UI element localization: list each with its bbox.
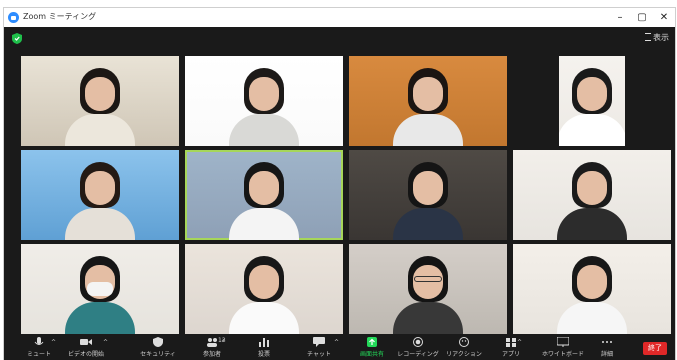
participant-video <box>229 60 299 146</box>
view-button[interactable]: 表示 <box>645 32 669 43</box>
poll-icon <box>259 338 269 347</box>
participants-button[interactable]: 参加者 12 <box>187 337 237 360</box>
video-icon <box>80 339 92 345</box>
participant-video <box>393 60 463 146</box>
participant-video <box>557 248 627 334</box>
security-button[interactable]: セキュリティ <box>133 337 183 360</box>
maximize-button[interactable]: ▢ <box>631 8 653 27</box>
end-meeting-button[interactable]: 終了 <box>643 342 667 355</box>
more-button[interactable]: 詳細 <box>582 337 632 360</box>
share-icon <box>367 337 377 347</box>
mic-icon <box>34 337 44 345</box>
whiteboard-icon <box>557 337 569 347</box>
gallery-view <box>21 56 671 334</box>
mute-button[interactable]: ミュート <box>14 337 64 360</box>
toolbar-label: 投票 <box>257 351 270 358</box>
participant-video-tile[interactable] <box>185 244 343 334</box>
participant-video-tile[interactable] <box>349 244 507 334</box>
record-button[interactable]: レコーディング <box>393 337 443 360</box>
toolbar-label: リアクション <box>446 351 482 358</box>
polls-button[interactable]: 投票 <box>239 337 289 360</box>
emoji-icon <box>459 337 469 347</box>
more-icon <box>602 341 612 343</box>
toolbar-label: チャット <box>307 351 331 358</box>
title-bar: Zoom ミーティング – ▢ ✕ <box>4 8 675 28</box>
share-screen-button[interactable]: 画面共有 <box>347 337 397 360</box>
close-button[interactable]: ✕ <box>653 8 675 27</box>
shield-icon <box>153 337 163 347</box>
participant-video <box>65 248 135 334</box>
options-caret-icon[interactable]: ^ <box>517 339 522 346</box>
participant-video <box>559 60 625 146</box>
participant-video-tile[interactable] <box>559 56 625 146</box>
chat-icon <box>313 337 325 347</box>
participant-video <box>393 154 463 240</box>
toolbar-label: ホワイトボード <box>541 351 584 358</box>
participant-video <box>65 60 135 146</box>
options-caret-icon[interactable]: ^ <box>221 339 226 346</box>
toolbar-label: ミュート <box>26 351 51 358</box>
whiteboard-button[interactable]: ホワイトボード <box>538 337 588 360</box>
options-caret-icon[interactable]: ^ <box>51 339 56 346</box>
view-label: 表示 <box>653 33 669 42</box>
zoom-window: Zoom ミーティング – ▢ ✕ 表示 終了 ミュート ^ ビデオの開始 ^ セキュリ… <box>4 8 675 360</box>
encryption-shield-icon[interactable] <box>12 33 22 44</box>
apps-button[interactable]: アプリ <box>486 337 536 360</box>
participant-video-tile[interactable] <box>513 150 671 240</box>
participant-video <box>229 154 299 240</box>
toolbar-label: アプリ <box>501 351 520 358</box>
toolbar-label: ビデオの開始 <box>67 351 104 358</box>
participant-video <box>393 248 463 334</box>
toolbar-label: 参加者 <box>202 351 221 358</box>
meeting-toolbar: 終了 ミュート ^ ビデオの開始 ^ セキュリティ 参加者 12 ^ 投票 チャット ^ 画面共有 レコ… <box>4 336 675 360</box>
meeting-top-bar: 表示 <box>4 27 675 53</box>
participant-video-tile[interactable] <box>21 150 179 240</box>
apps-icon <box>506 338 516 347</box>
participant-video-tile[interactable] <box>21 244 179 334</box>
participant-video <box>229 248 299 334</box>
participant-video-tile[interactable] <box>185 150 343 240</box>
toolbar-label: セキュリティ <box>140 351 176 358</box>
participant-video-tile[interactable] <box>349 150 507 240</box>
reactions-button[interactable]: リアクション <box>439 337 489 360</box>
people-icon <box>207 338 217 347</box>
participant-video-tile[interactable] <box>21 56 179 146</box>
participant-video-tile[interactable] <box>349 56 507 146</box>
toolbar-label: 画面共有 <box>359 351 384 358</box>
toolbar-label: 詳細 <box>600 351 613 358</box>
options-caret-icon[interactable]: ^ <box>103 339 108 346</box>
toolbar-label: レコーディング <box>397 351 439 358</box>
window-title: Zoom ミーティング <box>23 12 97 21</box>
participant-video-tile[interactable] <box>513 244 671 334</box>
participant-video <box>65 154 135 240</box>
participant-video <box>557 154 627 240</box>
participant-video-tile[interactable] <box>185 56 343 146</box>
minimize-button[interactable]: – <box>609 8 631 27</box>
options-caret-icon[interactable]: ^ <box>334 339 339 346</box>
record-icon <box>413 337 423 347</box>
zoom-logo-icon <box>8 12 19 23</box>
grid-view-icon <box>645 32 651 41</box>
